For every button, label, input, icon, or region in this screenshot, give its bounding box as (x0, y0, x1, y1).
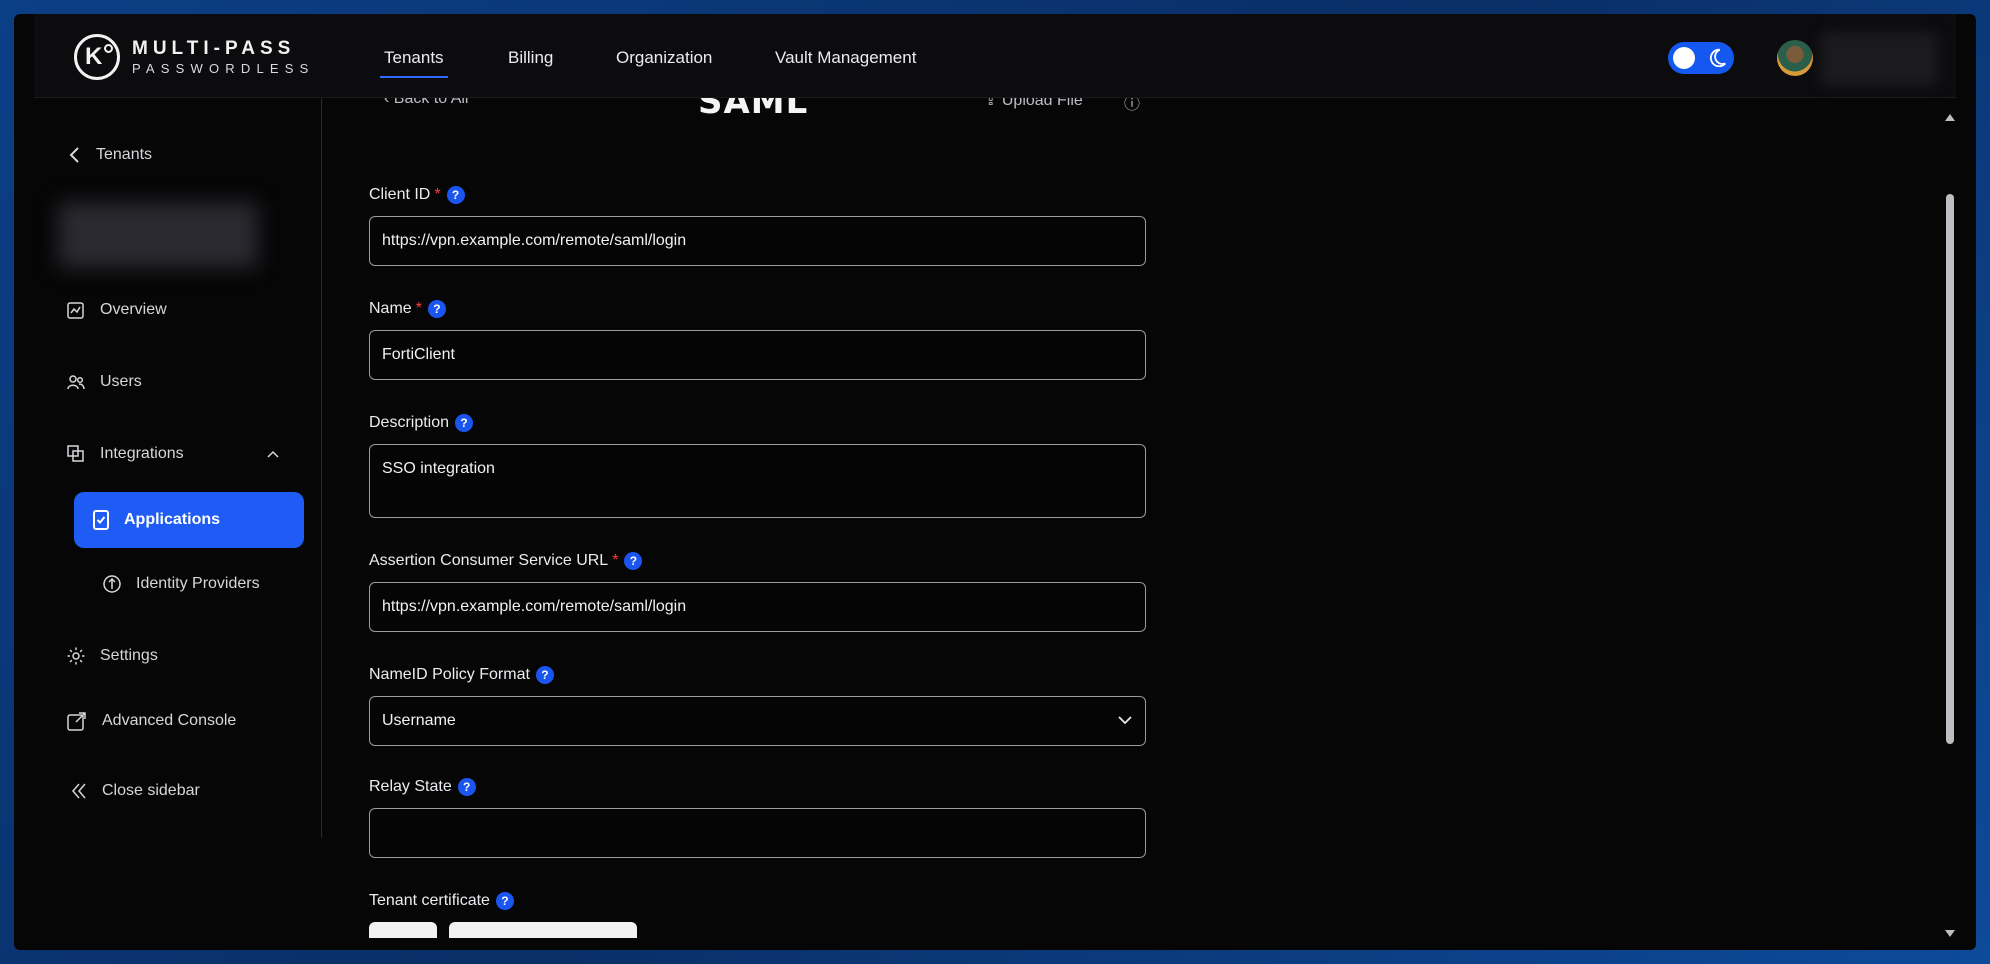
gear-icon (67, 647, 85, 665)
copy-certificate-button[interactable] (369, 922, 437, 938)
theme-toggle[interactable] (1668, 42, 1734, 74)
info-icon[interactable]: ⓘ (1124, 98, 1140, 114)
top-bar: K MULTI-PASS PASSWORDLESS Tenants Billin… (34, 14, 1956, 98)
nav-billing[interactable]: Billing (508, 48, 553, 68)
sidebar-item-label: Applications (124, 511, 221, 528)
scroll-down-arrow[interactable] (1945, 930, 1955, 937)
sidebar-back-tenants[interactable]: Tenants (68, 146, 152, 164)
description-label-text: Description (369, 414, 450, 431)
sidebar-item-users[interactable]: Users (66, 372, 142, 392)
chevron-left-icon: ‹ (384, 98, 394, 107)
logo-title: MULTI-PASS (132, 38, 296, 59)
integrations-icon (67, 445, 84, 462)
sidebar-item-settings[interactable]: Settings (66, 646, 158, 666)
chart-icon (67, 302, 84, 319)
relay-state-label-text: Relay State (369, 778, 452, 795)
acs-url-input[interactable]: https://vpn.example.com/remote/saml/logi… (369, 582, 1146, 632)
external-link-icon (67, 712, 86, 731)
help-icon[interactable]: ? (455, 414, 474, 432)
main-content: ‹ Back to All SAML ⇪ Upload File ⓘ Clien… (354, 98, 1554, 938)
help-icon[interactable]: ? (535, 666, 554, 684)
sidebar-item-label: Close sidebar (102, 782, 200, 799)
client-id-label-text: Client ID (369, 186, 431, 203)
help-icon[interactable]: ? (624, 552, 643, 570)
toggle-knob (1673, 47, 1695, 69)
nameid-policy-label: NameID Policy Format ? (369, 666, 554, 684)
sidebar-item-applications[interactable]: Applications (74, 492, 304, 548)
help-icon[interactable]: ? (495, 892, 514, 910)
nameid-policy-select[interactable]: Username (369, 696, 1146, 746)
required-marker: * (415, 300, 422, 317)
upload-file-label: Upload File (1001, 98, 1083, 109)
sidebar-item-integrations[interactable]: Integrations (66, 444, 316, 464)
tenant-certificate-label: Tenant certificate ? (369, 892, 514, 910)
scrollbar[interactable] (1942, 98, 1956, 938)
chevron-down-icon (1118, 716, 1132, 725)
name-label: Name * ? (369, 300, 446, 318)
sidebar-close-button[interactable]: Close sidebar (70, 782, 200, 800)
acs-url-label: Assertion Consumer Service URL * ? (369, 552, 643, 570)
scroll-thumb[interactable] (1946, 194, 1954, 744)
logo-icon: K (74, 34, 120, 80)
nav-organization[interactable]: Organization (616, 48, 712, 68)
required-marker: * (434, 186, 441, 203)
upload-file-button[interactable]: ⇪ Upload File (984, 98, 1083, 110)
relay-state-label: Relay State ? (369, 778, 476, 796)
nav-tenants[interactable]: Tenants (380, 48, 448, 78)
identity-provider-icon (103, 575, 121, 593)
sidebar-item-identity-providers[interactable]: Identity Providers (102, 574, 260, 594)
app-checklist-icon (93, 510, 109, 530)
sidebar-item-advanced-console[interactable]: Advanced Console (66, 710, 236, 732)
nav-vault-management[interactable]: Vault Management (775, 48, 916, 68)
sidebar-item-label: Advanced Console (102, 712, 237, 729)
download-certificate-button[interactable] (449, 922, 637, 938)
sidebar-item-label: Overview (100, 301, 167, 318)
sidebar-item-label: Identity Providers (136, 575, 260, 592)
help-icon[interactable]: ? (446, 186, 465, 204)
scroll-up-arrow[interactable] (1945, 114, 1955, 121)
required-marker: * (612, 552, 619, 569)
relay-state-input[interactable] (369, 808, 1146, 858)
users-icon (67, 375, 85, 390)
description-textarea[interactable]: SSO integration (369, 444, 1146, 518)
name-input[interactable]: FortiClient (369, 330, 1146, 380)
client-id-input[interactable]: https://vpn.example.com/remote/saml/logi… (369, 216, 1146, 266)
help-icon[interactable]: ? (427, 300, 446, 318)
tenant-certificate-label-text: Tenant certificate (369, 892, 490, 909)
description-label: Description ? (369, 414, 474, 432)
app-window: K MULTI-PASS PASSWORDLESS Tenants Billin… (14, 14, 1976, 950)
logo-subtitle: PASSWORDLESS (132, 61, 315, 76)
client-id-label: Client ID * ? (369, 186, 465, 204)
sidebar: Tenants Overview Users Integrations Appl… (34, 98, 322, 838)
name-label-text: Name (369, 300, 412, 317)
sidebar-item-label: Users (100, 373, 142, 390)
saml-logo: SAML (698, 98, 809, 122)
back-to-all-label: Back to All (393, 98, 469, 107)
tenant-name-blurred (58, 202, 258, 268)
help-icon[interactable]: ? (457, 778, 476, 796)
sidebar-back-label: Tenants (96, 146, 153, 163)
acs-url-label-text: Assertion Consumer Service URL (369, 552, 609, 569)
upload-icon: ⇪ (984, 98, 1002, 109)
sidebar-item-label: Settings (100, 647, 158, 664)
double-chevron-left-icon (72, 783, 86, 799)
avatar[interactable] (1777, 40, 1813, 76)
moon-icon (1709, 48, 1726, 68)
nameid-policy-value: Username (382, 712, 456, 729)
sidebar-item-overview[interactable]: Overview (66, 300, 167, 320)
sidebar-item-label: Integrations (100, 445, 184, 462)
chevron-left-icon (69, 147, 79, 163)
back-to-all-link[interactable]: ‹ Back to All (384, 98, 468, 108)
nameid-policy-label-text: NameID Policy Format (369, 666, 530, 683)
user-name-blurred[interactable] (1820, 32, 1938, 86)
chevron-up-icon (267, 450, 279, 458)
